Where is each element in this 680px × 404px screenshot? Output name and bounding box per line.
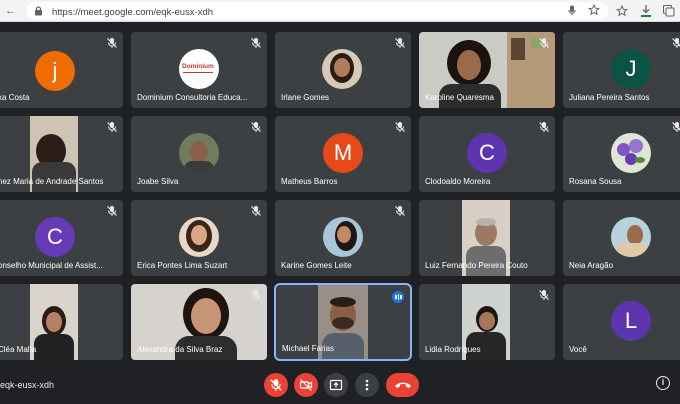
participant-name: Luiz Fernando Pereira Couto: [425, 261, 528, 270]
more-options-button[interactable]: [355, 373, 379, 397]
participant-name: Dominium Consultoria Educa...: [137, 93, 248, 102]
participant-tile[interactable]: Rosana Sousa: [563, 116, 680, 192]
participant-name: Michael Farias: [282, 344, 335, 353]
lock-icon[interactable]: [34, 6, 43, 16]
participant-name: onselho Municipal de Assist...: [0, 261, 103, 270]
participant-name: Você: [569, 345, 587, 354]
participant-tile[interactable]: j ka Costa: [0, 32, 123, 108]
avatar: C: [467, 133, 507, 173]
avatar: L: [611, 301, 651, 341]
mic-off-icon: [251, 290, 261, 300]
mic-off-icon: [672, 38, 680, 48]
url-text: https://meet.google.com/eqk-eusx-xdh: [52, 7, 214, 18]
collections-icon[interactable]: [662, 4, 675, 17]
meeting-details-info-icon[interactable]: i: [656, 376, 670, 390]
participant-name: Matheus Barros: [281, 177, 338, 186]
avatar: [179, 133, 219, 173]
mic-off-icon: [395, 206, 405, 216]
mic-off-icon: [395, 38, 405, 48]
participant-tile[interactable]: C onselho Municipal de Assist...: [0, 200, 123, 276]
participant-name: Erica Pontes Lima Suzart: [137, 261, 228, 270]
download-icon[interactable]: [640, 4, 652, 18]
participant-tile[interactable]: C Clodoaldo Moreira: [419, 116, 555, 192]
mic-off-icon: [107, 206, 117, 216]
add-favorite-icon[interactable]: [588, 4, 600, 16]
address-bar[interactable]: https://meet.google.com/eqk-eusx-xdh: [26, 2, 608, 19]
participant-name: Joabe Silva: [137, 177, 179, 186]
mic-off-icon: [270, 379, 282, 391]
speaking-indicator-icon: [392, 291, 404, 303]
participant-tile[interactable]: Irlane Gomes: [275, 32, 411, 108]
participant-name: Clodoaldo Moreira: [425, 177, 491, 186]
mic-off-icon: [107, 38, 117, 48]
avatar: J: [611, 49, 651, 89]
phone-hangup-icon: [394, 382, 411, 388]
participant-name: ka Costa: [0, 93, 30, 102]
participant-tile[interactable]: Erica Pontes Lima Suzart: [131, 200, 267, 276]
participant-name: Karoline Quaresma: [425, 93, 494, 102]
more-vertical-icon: [365, 379, 369, 391]
avatar: [611, 217, 651, 257]
mic-off-icon: [251, 206, 261, 216]
participant-name: Karine Gomes Leite: [281, 261, 352, 270]
mic-off-icon: [395, 122, 405, 132]
participant-name: Cléa Malta: [0, 345, 37, 354]
participant-tile[interactable]: Dominium Dominium Consultoria Educa...: [131, 32, 267, 108]
mic-off-icon: [107, 122, 117, 132]
participant-tile[interactable]: Cléa Malta: [0, 284, 123, 360]
mic-off-icon: [539, 290, 549, 300]
avatar: M: [323, 133, 363, 173]
microphone-icon[interactable]: [568, 5, 576, 16]
meeting-controls-bar: eqk-eusx-xdh i: [0, 366, 680, 404]
participant-name: nez Maria de Andrade Santos: [0, 177, 104, 186]
present-screen-button[interactable]: [324, 373, 348, 397]
participant-tile-speaking[interactable]: Michael Farias: [274, 283, 412, 361]
back-arrow-icon[interactable]: ←: [5, 3, 16, 19]
avatar: [179, 217, 219, 257]
avatar: [611, 133, 651, 173]
participant-name: Neia Aragão: [569, 261, 614, 270]
mic-off-icon: [251, 38, 261, 48]
browser-toolbar: ← https://meet.google.com/eqk-eusx-xdh: [0, 0, 680, 22]
participant-name: Juliana Pereira Santos: [569, 93, 650, 102]
participant-name: Lidia Rodrigues: [425, 345, 481, 354]
participant-tile[interactable]: nez Maria de Andrade Santos: [0, 116, 123, 192]
participant-tile[interactable]: J Juliana Pereira Santos: [563, 32, 680, 108]
avatar: C: [35, 217, 75, 257]
participant-name: Rosana Sousa: [569, 177, 622, 186]
participant-video: [30, 284, 78, 360]
participant-name: Irlane Gomes: [281, 93, 330, 102]
leave-call-button[interactable]: [386, 373, 419, 397]
present-screen-icon: [329, 379, 343, 391]
camera-toggle-button[interactable]: [294, 373, 318, 397]
favorites-icon[interactable]: [616, 5, 628, 17]
participant-tile[interactable]: Karine Gomes Leite: [275, 200, 411, 276]
participant-tile[interactable]: Neia Aragão: [563, 200, 680, 276]
mic-off-icon: [251, 122, 261, 132]
organization-logo: Dominium: [179, 49, 219, 89]
participant-tile[interactable]: Alexandra da Silva Braz: [131, 284, 267, 360]
avatar: [322, 49, 362, 89]
participant-tile[interactable]: Luiz Fernando Pereira Couto: [419, 200, 555, 276]
mic-off-icon: [539, 122, 549, 132]
participant-tile[interactable]: Karoline Quaresma: [419, 32, 555, 108]
participant-name: Alexandra da Silva Braz: [137, 345, 223, 354]
mic-off-icon: [539, 38, 549, 48]
participant-tile[interactable]: M Matheus Barros: [275, 116, 411, 192]
avatar: j: [35, 51, 75, 91]
camera-off-icon: [299, 379, 313, 391]
microphone-toggle-button[interactable]: [264, 373, 288, 397]
meeting-code: eqk-eusx-xdh: [0, 380, 55, 390]
participant-tile[interactable]: Joabe Silva: [131, 116, 267, 192]
avatar: [323, 217, 363, 257]
mic-off-icon: [672, 122, 680, 132]
participant-tile-self[interactable]: L Você: [563, 284, 680, 360]
participant-tile[interactable]: Lidia Rodrigues: [419, 284, 555, 360]
